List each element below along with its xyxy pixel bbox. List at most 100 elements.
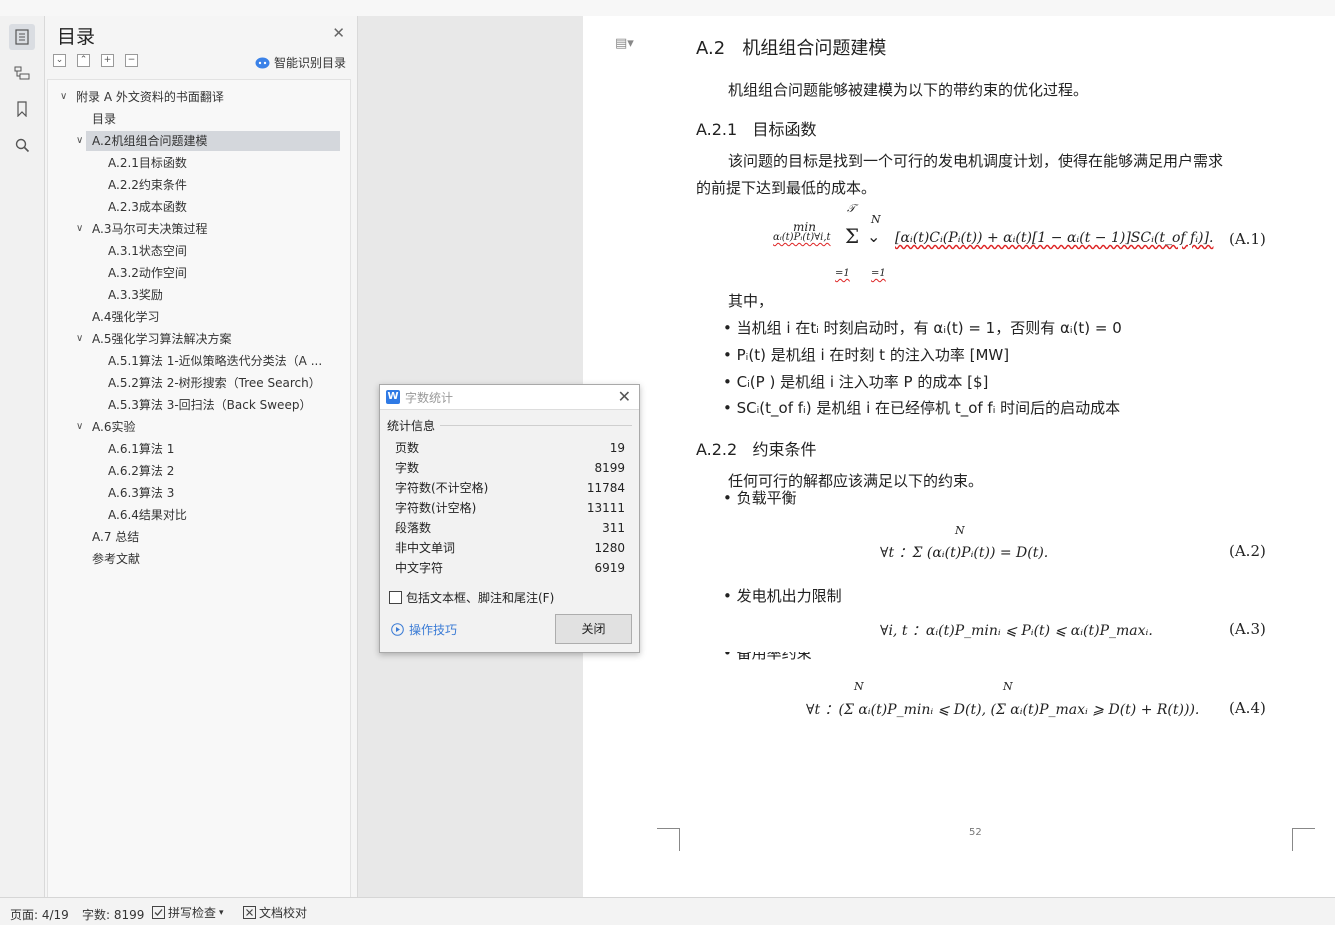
toc-item[interactable]: A.5.3算法 3-回扫法（Back Sweep） — [48, 395, 348, 415]
proofread-button[interactable]: 文档校对 — [243, 904, 307, 921]
eq1-number: (A.1) — [1229, 230, 1266, 248]
bookmark-icon[interactable] — [9, 96, 35, 122]
chevron-down-icon[interactable]: ∨ — [76, 417, 88, 437]
toc-item[interactable]: A.2.3成本函数 — [48, 197, 348, 217]
smart-toc-label: 智能识别目录 — [274, 56, 347, 70]
toc-item-label: A.2.3成本函数 — [108, 200, 187, 214]
toc-item[interactable]: A.2.1目标函数 — [48, 153, 348, 173]
toc-item-label: A.6.1算法 1 — [108, 442, 175, 456]
spell-check-button[interactable]: 拼写检查 ▾ — [152, 904, 224, 921]
collapse-all-icon[interactable]: ⌄ — [53, 54, 66, 67]
page-number: 52 — [969, 827, 982, 838]
toc-item-label: A.3.1状态空间 — [108, 244, 187, 258]
toc-item-label: A.4强化学习 — [92, 310, 160, 324]
eq4-body: ∀t ：(Σ αᵢ(t)P_minᵢ ⩽ D(t), (Σ αᵢ(t)P_max… — [806, 702, 1200, 718]
smart-ai-icon — [255, 57, 270, 68]
structure-panel-icon[interactable] — [9, 60, 35, 86]
toc-item[interactable]: A.6.4结果对比 — [48, 505, 348, 525]
dialog-titlebar[interactable]: W 字数统计 ✕ — [380, 385, 639, 410]
toc-tree: ∨ 附录 A 外文资料的书面翻译 目录 ∨ A.2机组组合问题建模 A.2.1目标函数 A.… — [47, 79, 351, 899]
toc-item[interactable]: A.4强化学习 — [48, 307, 348, 327]
toc-item-label: A.5.3算法 3-回扫法（Back Sweep） — [108, 398, 312, 412]
toc-item-label: A.3.3奖励 — [108, 288, 163, 302]
toc-item-label: A.2机组组合问题建模 — [92, 134, 208, 148]
toc-item[interactable]: A.6.2算法 2 — [48, 461, 348, 481]
stat-label: 中文字符 — [395, 561, 444, 575]
close-button[interactable]: 关闭 — [555, 614, 632, 644]
stat-row: 字符数(不计空格) 11784 — [395, 478, 625, 498]
eq1-sum-top: 𝒯 — [847, 202, 856, 215]
toc-item[interactable]: ∨ A.2机组组合问题建模 — [76, 131, 340, 151]
toc-item-label: A.2.1目标函数 — [108, 156, 187, 170]
chevron-down-icon[interactable]: ∨ — [76, 131, 88, 151]
toc-item[interactable]: A.5.1算法 1-近似策略迭代分类法（A ... — [48, 351, 348, 371]
toc-item-label: A.6.3算法 3 — [108, 486, 175, 500]
bullet-item: • Pᵢ(t) 是机组 i 在时刻 t 的注入功率 [MW] — [723, 346, 1010, 364]
heading-a2: A.2 机组组合问题建模 — [696, 38, 887, 59]
stat-value: 311 — [602, 521, 625, 535]
toc-item[interactable]: ∨ A.5强化学习算法解决方案 — [48, 329, 348, 349]
eq2-number: (A.2) — [1229, 542, 1266, 560]
close-icon[interactable]: ✕ — [618, 387, 631, 406]
eq1-subscript: αᵢ(t)Pᵢ(t)∀i,t — [773, 232, 831, 243]
eq2-n: N — [955, 524, 965, 537]
include-textbox-checkbox[interactable] — [389, 591, 402, 604]
close-icon[interactable]: ✕ — [332, 24, 345, 42]
toc-item[interactable]: A.7 总结 — [48, 527, 348, 547]
word-count-indicator[interactable]: 字数: 8199 — [82, 906, 144, 923]
stat-row: 段落数 311 — [395, 518, 625, 538]
dialog-title: 字数统计 — [405, 391, 454, 405]
smart-toc-button[interactable]: 智能识别目录 — [255, 54, 346, 71]
toc-item[interactable]: A.3.3奖励 — [48, 285, 348, 305]
paragraph-line: 的前提下达到最低的成本。 — [696, 179, 877, 197]
page-indicator[interactable]: 页面: 4/19 — [10, 906, 69, 923]
toc-item[interactable]: ∨ A.3马尔可夫决策过程 — [48, 219, 348, 239]
chevron-down-icon[interactable]: ∨ — [76, 219, 88, 239]
stat-label: 字符数(不计空格) — [395, 481, 489, 495]
stat-label: 字数 — [395, 461, 420, 475]
toc-item[interactable]: A.3.1状态空间 — [48, 241, 348, 261]
crop-mark — [1292, 828, 1315, 851]
stat-row: 字数 8199 — [395, 458, 625, 478]
toc-item[interactable]: A.6.3算法 3 — [48, 483, 348, 503]
eq1-sum-bottom: =1 — [871, 268, 886, 279]
demote-level-icon[interactable]: − — [125, 54, 138, 67]
toc-item-label: A.3马尔可夫决策过程 — [92, 222, 208, 236]
toc-item[interactable]: A.5.2算法 2-树形搜索（Tree Search） — [48, 373, 348, 393]
toc-item[interactable]: A.3.2动作空间 — [48, 263, 348, 283]
toc-item-label: A.5强化学习算法解决方案 — [92, 332, 232, 346]
page-options-icon[interactable]: ▤▾ — [615, 36, 634, 51]
stat-value: 11784 — [586, 481, 625, 495]
toc-item[interactable]: ∨ 附录 A 外文资料的书面翻译 — [48, 87, 348, 107]
toc-item[interactable]: A.2.2约束条件 — [48, 175, 348, 195]
toc-item[interactable]: 目录 — [48, 109, 348, 129]
toc-panel-icon[interactable] — [9, 24, 35, 50]
search-icon[interactable] — [9, 132, 35, 158]
chevron-down-icon[interactable]: ∨ — [60, 87, 72, 107]
document-page: ▤▾ A.2 机组组合问题建模 机组组合问题能够被建模为以下的带约束的优化过程。… — [583, 16, 1335, 897]
toc-item[interactable]: ∨ A.6实验 — [48, 417, 348, 437]
bullet-item: • 当机组 i 在tᵢ 时刻启动时，有 αᵢ(t) = 1，否则有 αᵢ(t) … — [723, 319, 1122, 337]
toc-title: 目录 — [57, 26, 96, 48]
toc-panel: 目录 ✕ ⌄ ⌃ + − 智能识别目录 ∨ 附录 A 外文资料的书面翻译 目录 ∨ A.… — [45, 16, 358, 899]
eq3-body: ∀i, t ：αᵢ(t)P_minᵢ ⩽ Pᵢ(t) ⩽ αᵢ(t)P_maxᵢ… — [880, 623, 1153, 639]
tips-link[interactable]: 操作技巧 — [391, 621, 457, 638]
stat-value: 8199 — [594, 461, 625, 475]
stat-label: 段落数 — [395, 521, 432, 535]
ribbon-toolbar — [0, 0, 1335, 17]
toc-item[interactable]: 参考文献 — [48, 549, 348, 569]
chevron-down-icon[interactable]: ∨ — [76, 329, 88, 349]
stat-row: 页数 19 — [395, 438, 625, 458]
constraint-reserve-clipped: • 备用率约束 — [723, 652, 812, 661]
toc-item-label: A.2.2约束条件 — [108, 178, 187, 192]
stat-label: 字符数(计空格) — [395, 501, 477, 515]
toc-item[interactable]: A.6.1算法 1 — [48, 439, 348, 459]
heading-a21: A.2.1 目标函数 — [696, 120, 817, 139]
toc-item-label: A.5.1算法 1-近似策略迭代分类法（A ... — [108, 354, 323, 368]
promote-level-icon[interactable]: + — [101, 54, 114, 67]
wps-logo-icon: W — [386, 390, 400, 404]
play-circle-icon — [391, 623, 404, 636]
side-icon-strip — [0, 16, 45, 897]
eq4-n: N — [854, 680, 864, 693]
expand-all-icon[interactable]: ⌃ — [77, 54, 90, 67]
